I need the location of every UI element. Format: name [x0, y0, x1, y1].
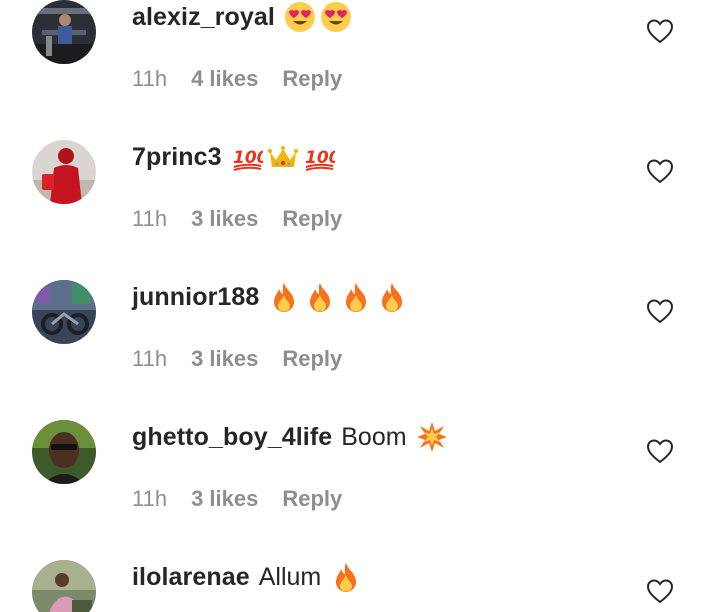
comment-timestamp: 11h — [132, 346, 168, 371]
likes-count[interactable]: 4 likes — [191, 66, 258, 92]
avatar[interactable] — [32, 280, 96, 344]
hundred-emoji-icon: 100 — [303, 141, 335, 173]
avatar[interactable] — [32, 420, 96, 484]
hundred-emoji-icon: 100 — [231, 141, 263, 173]
avatar[interactable] — [32, 560, 96, 612]
comment-username[interactable]: ilolarenae — [132, 563, 250, 592]
comment-timestamp: 11h — [132, 206, 168, 231]
comment-item: alexiz_royal 11h 4 likes Reply — [0, 0, 720, 140]
comment-username[interactable]: junnior188 — [132, 283, 259, 312]
comment-text: Allum — [258, 562, 322, 591]
comment-timestamp: 11h — [132, 486, 168, 511]
comment-timestamp: 11h — [132, 66, 168, 91]
comment-username[interactable]: ghetto_boy_4life — [132, 423, 332, 452]
comment-item: junnior188 11h 3 likes Reply — [0, 280, 720, 420]
fire-emoji-icon — [340, 281, 372, 313]
comment-text: Boom — [341, 422, 407, 451]
like-heart-icon[interactable] — [646, 298, 674, 324]
comment-item: ghetto_boy_4life Boom 11h 3 likes Reply — [0, 420, 720, 560]
collision-emoji-icon — [416, 421, 448, 453]
comment-emojis — [330, 561, 362, 593]
like-heart-icon[interactable] — [646, 578, 674, 604]
likes-count[interactable]: 3 likes — [191, 346, 258, 372]
fire-emoji-icon — [376, 281, 408, 313]
comment-username[interactable]: alexiz_royal — [132, 3, 275, 32]
like-heart-icon[interactable] — [646, 438, 674, 464]
like-heart-icon[interactable] — [646, 158, 674, 184]
reply-button[interactable]: Reply — [282, 66, 342, 92]
fire-emoji-icon — [330, 561, 362, 593]
avatar[interactable] — [32, 140, 96, 204]
avatar[interactable] — [32, 0, 96, 64]
fire-emoji-icon — [304, 281, 336, 313]
crown-emoji-icon — [267, 141, 299, 173]
fire-emoji-icon — [268, 281, 300, 313]
comment-emojis: 100 100 — [231, 141, 335, 173]
likes-count[interactable]: 3 likes — [191, 486, 258, 512]
like-heart-icon[interactable] — [646, 18, 674, 44]
heart-eyes-emoji-icon — [320, 1, 352, 33]
heart-eyes-emoji-icon — [284, 1, 316, 33]
comment-item: 7princ3 100 100 11h 3 likes Reply — [0, 140, 720, 280]
comment-emojis — [284, 1, 352, 33]
comment-item: ilolarenae Allum — [0, 560, 720, 612]
reply-button[interactable]: Reply — [282, 486, 342, 512]
comment-username[interactable]: 7princ3 — [132, 143, 222, 172]
comment-emojis — [416, 421, 448, 453]
reply-button[interactable]: Reply — [282, 346, 342, 372]
likes-count[interactable]: 3 likes — [191, 206, 258, 232]
comment-emojis — [268, 281, 408, 313]
reply-button[interactable]: Reply — [282, 206, 342, 232]
